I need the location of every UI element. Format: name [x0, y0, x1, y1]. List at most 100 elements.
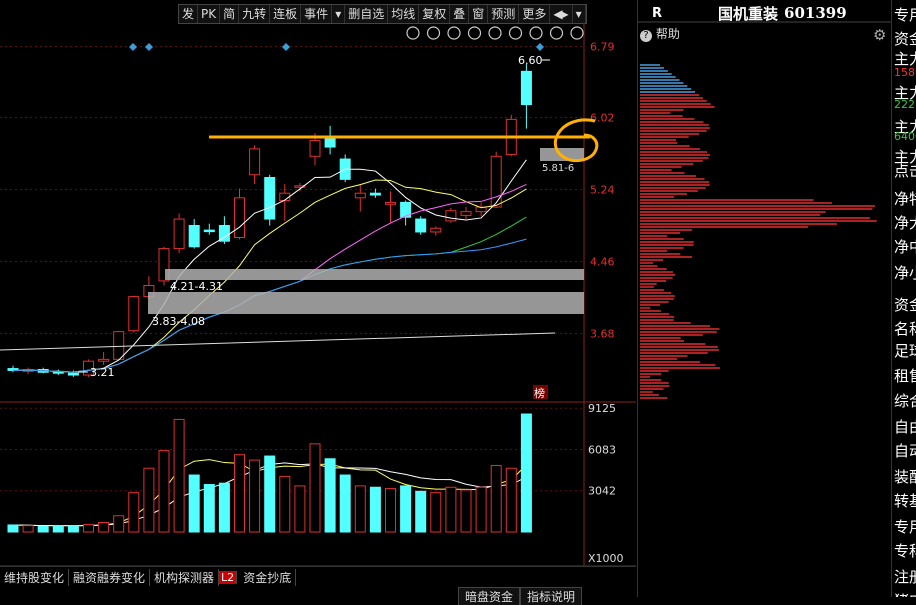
bottom-tab[interactable]: 机构探测器: [150, 568, 220, 586]
chip-distribution-chart: [638, 21, 891, 399]
volume-tick-label: 3042: [588, 485, 616, 498]
candle-body: [173, 218, 185, 250]
volume-bar: [158, 450, 170, 533]
volume-bar: [37, 525, 49, 533]
bottom-tab[interactable]: 融资融券变化: [69, 568, 151, 586]
pencil-icon[interactable]: [406, 26, 420, 40]
toolbar-item[interactable]: 预测: [488, 5, 520, 23]
volume-bar: [369, 486, 381, 533]
undo-icon[interactable]: [488, 26, 502, 40]
help-button[interactable]: ? 帮助: [640, 25, 680, 42]
toolbar-item[interactable]: 删自选: [345, 5, 389, 23]
side-panel-item[interactable]: 综合: [894, 390, 916, 411]
kline-chart[interactable]: 6.79 6.02 5.24 4.46 3.68 9125 6083 3042 X1000 6.…: [0, 24, 636, 566]
candle-body: [490, 155, 502, 208]
candle-body: [445, 210, 457, 222]
zoom-out-icon[interactable]: [570, 26, 584, 40]
toolbar-item[interactable]: 复权: [419, 5, 451, 23]
volume-bar: [234, 454, 245, 533]
candle-body: [369, 192, 381, 196]
volume-bar: [143, 467, 155, 533]
side-panel-item: 专用: [894, 6, 916, 24]
candle-body: [415, 218, 427, 233]
candle-body: [67, 372, 79, 376]
price-low-label: 3.21: [90, 366, 115, 379]
chart-toolbar: 发 PK 简九转 连板 事件 ▾ 删自选 均线 复权叠窗预测 更多 ◀▸ ▾: [178, 4, 587, 24]
toolbar-item[interactable]: 连板: [270, 5, 302, 23]
toolbar-item[interactable]: 九转: [239, 5, 271, 23]
toolbar-item[interactable]: 简: [220, 5, 240, 23]
volume-bar: [490, 465, 502, 533]
delete-icon[interactable]: [529, 26, 543, 40]
zone-range-label: 5.81-6: [542, 163, 574, 174]
volume-bar: [385, 488, 396, 533]
toolbar-item[interactable]: 窗: [469, 5, 489, 23]
toolbar-item[interactable]: 发: [179, 5, 199, 23]
volume-bar: [309, 443, 321, 533]
toolbar-item[interactable]: PK: [198, 5, 221, 23]
price-tick-label: 5.24: [590, 184, 615, 197]
candle-body: [309, 140, 321, 157]
side-panel-item[interactable]: 自动: [894, 440, 916, 461]
volume-bar: [52, 524, 64, 533]
scissors-icon[interactable]: [508, 26, 523, 40]
bottom-tab[interactable]: 维持股变化: [0, 568, 70, 586]
candle-body: [188, 225, 200, 248]
bottom-tab[interactable]: 暗盘资金: [458, 587, 521, 605]
bottom-tab[interactable]: 资金抄底: [239, 568, 297, 586]
side-panel-item[interactable]: 注册: [894, 566, 916, 587]
candle-body: [264, 177, 276, 220]
side-panel-item[interactable]: 专科: [894, 540, 916, 561]
candle-body: [430, 227, 442, 233]
volume-bar: [249, 459, 261, 533]
volume-bar: [400, 485, 412, 533]
side-panel-item[interactable]: 专用: [894, 516, 916, 537]
zoom-in-icon[interactable]: [549, 26, 564, 40]
side-panel-item: 净小: [894, 264, 916, 282]
side-panel-item[interactable]: 猪肉: [894, 590, 916, 597]
toolbar-item[interactable]: 更多: [519, 5, 551, 23]
play-icon[interactable]: [467, 26, 482, 40]
price-tick-label: 6.02: [590, 112, 615, 125]
candle-body: [113, 331, 125, 360]
help-icon: ?: [640, 30, 652, 42]
bottom-tab[interactable]: 指标说明: [520, 587, 583, 605]
price-tick-label: 6.79: [590, 40, 615, 53]
fund-flow-side-panel: 专用资金主力1580主力2221主力6400主力点击净特净大净中净小资金名称足球…: [891, 0, 916, 597]
stock-header: R 国机重装 601399: [640, 3, 890, 23]
support-zone: [165, 269, 584, 280]
rank-badge-label: 榜: [534, 386, 545, 400]
volume-bar: [7, 524, 19, 533]
volume-bar: [67, 525, 79, 533]
side-panel-item[interactable]: 自由: [894, 416, 916, 437]
hand-icon[interactable]: [447, 26, 461, 40]
volume-bar: [113, 515, 125, 533]
side-panel-item[interactable]: 名称: [894, 318, 916, 339]
zone-range-label: 3.83-4.08: [152, 315, 205, 328]
toolbar-item[interactable]: ▾: [573, 5, 586, 23]
price-tick-label: 3.68: [590, 328, 615, 341]
volume-bar: [354, 485, 366, 533]
volume-tick-label: 6083: [588, 443, 616, 456]
toolbar-item[interactable]: 叠: [450, 5, 470, 23]
event-marker: [129, 43, 137, 51]
side-panel-item[interactable]: 转基: [894, 490, 916, 511]
toolbar-item[interactable]: 均线: [388, 5, 420, 23]
side-panel-item[interactable]: 资金: [894, 294, 916, 315]
volume-bar: [520, 413, 532, 533]
settings-icon[interactable]: ⚙: [873, 26, 886, 44]
toolbar-item[interactable]: ◀▸: [550, 5, 573, 23]
volume-bar: [324, 458, 336, 533]
side-panel-item[interactable]: 足球: [894, 340, 916, 361]
side-panel-item: 点击: [894, 162, 916, 180]
volume-bar: [505, 467, 517, 533]
candle-body: [128, 296, 140, 332]
volume-bar: [445, 486, 457, 533]
eye-icon[interactable]: [426, 26, 441, 40]
toolbar-item[interactable]: ▾: [332, 5, 346, 23]
toolbar-item[interactable]: 事件: [301, 5, 333, 23]
side-panel-item[interactable]: 租售: [894, 365, 916, 386]
volume-bar: [188, 474, 200, 533]
volume-tick-label: 9125: [588, 402, 616, 415]
side-panel-item[interactable]: 装配: [894, 466, 916, 487]
